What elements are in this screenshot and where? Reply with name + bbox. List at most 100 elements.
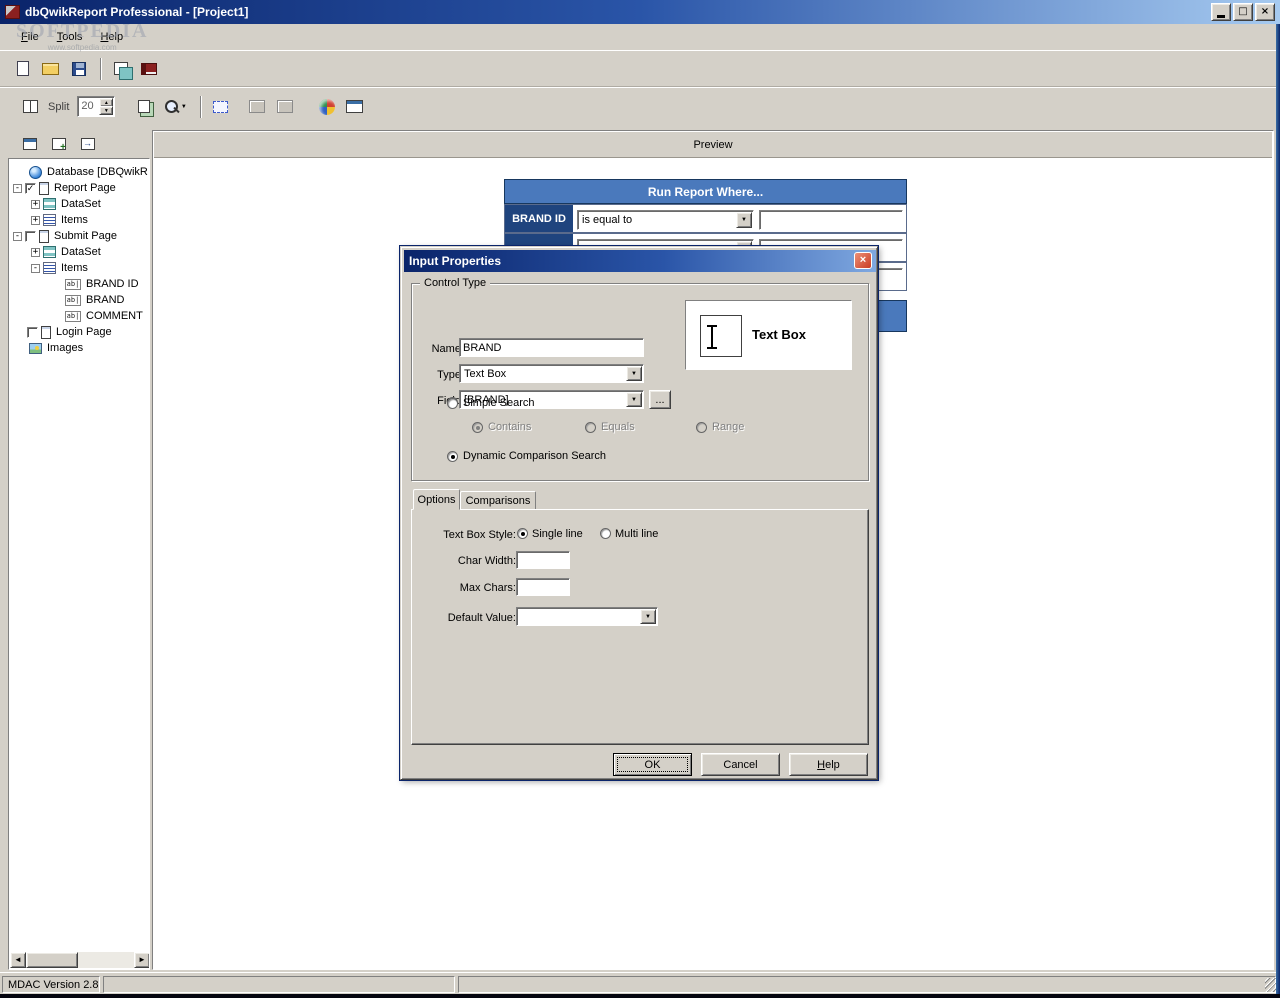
items-icon [43,262,56,274]
login-page-checkbox[interactable] [27,326,38,338]
minimize-button[interactable] [1211,3,1231,21]
save-icon [71,61,86,76]
char-width-field[interactable] [516,551,570,569]
menu-file[interactable]: File [12,28,48,46]
operator-select[interactable]: is equal to ▼ [577,210,754,230]
title-bar[interactable]: dbQwikReport Professional - [Project1] □… [0,0,1280,24]
dropdown-icon: ▼ [741,217,747,223]
operator-dropdown-button[interactable]: ▼ [736,212,752,228]
help-book-button[interactable] [136,57,161,81]
single-line-radio[interactable] [517,528,528,539]
close-button[interactable]: × [1255,3,1275,21]
tree-item-report-page[interactable]: - ✓ Report Page [9,180,149,196]
picture-icon [276,100,293,113]
textbox-field-icon: ab| [65,294,81,306]
browse-button[interactable]: ... [649,390,671,409]
max-chars-input[interactable] [517,579,569,595]
dynamic-comparison-label: Dynamic Comparison Search [463,450,607,462]
tree-item-images[interactable]: Images [9,340,149,356]
tree-item-items-1[interactable]: + Items [9,212,149,228]
spin-down-icon: ▼ [103,107,109,114]
tree-item-label: Login Page [56,326,112,338]
tree-item-comment[interactable]: ab| COMMENT [9,308,149,324]
collapse-icon[interactable]: - [31,263,40,273]
browser-preview-button[interactable] [314,95,339,119]
report-page-checkbox[interactable]: ✓ [25,182,36,194]
default-value-dropdown-button[interactable]: ▼ [640,609,656,624]
tree-item-login-page[interactable]: Login Page [9,324,149,340]
tree-item-label: Images [47,342,84,354]
simple-search-radio[interactable] [447,398,458,409]
window-layout-button[interactable] [342,95,367,119]
default-value-select[interactable]: ▼ [516,607,658,626]
tree-horizontal-scrollbar[interactable]: ◄ ► [10,952,149,968]
move-item-button[interactable] [78,135,98,153]
collapse-icon[interactable]: - [13,183,22,193]
window-border-bottom [0,994,1280,998]
type-dropdown-button[interactable]: ▼ [626,366,642,381]
split-toggle-button[interactable] [18,95,43,119]
field-dropdown-button[interactable]: ▼ [626,392,642,407]
project-explorer-panel: Database [DBQwikR - ✓ Report Page + Data… [8,130,150,970]
tab-options[interactable]: Options [413,489,460,510]
expand-icon[interactable]: + [31,199,40,209]
tree-item-dataset-1[interactable]: + DataSet [9,196,149,212]
picture-icon [248,100,265,113]
cancel-button[interactable]: Cancel [701,753,780,776]
new-button[interactable] [10,57,35,81]
scroll-left-button[interactable]: ◄ [10,952,26,968]
scroll-right-icon: ► [138,955,146,964]
publish-button[interactable] [108,57,133,81]
zoom-button[interactable]: ▼ [159,95,191,119]
menu-help[interactable]: Help [91,28,132,46]
open-button[interactable] [38,57,63,81]
scrollbar-thumb[interactable] [26,952,78,968]
textbox-field-icon: ab| [65,278,81,290]
tree-item-submit-page[interactable]: - Submit Page [9,228,149,244]
multi-line-radio[interactable] [600,528,611,539]
copy-style-button[interactable] [131,95,156,119]
dropdown-icon: ▼ [631,370,637,377]
help-button[interactable]: Help [789,753,868,776]
tree-item-brand-id[interactable]: ab| BRAND ID [9,276,149,292]
scroll-right-button[interactable]: ► [134,952,149,968]
dialog-title-bar[interactable]: Input Properties [404,250,876,272]
char-width-input[interactable] [517,552,569,568]
name-field[interactable] [459,338,644,357]
add-field-icon [52,138,66,153]
tree-item-label: Report Page [54,182,116,194]
maximize-button[interactable]: □ [1233,3,1253,21]
status-pane-2 [103,976,455,993]
expand-icon[interactable]: + [31,247,40,257]
dynamic-comparison-radio[interactable] [447,451,458,462]
save-button[interactable] [66,57,91,81]
standard-toolbar [0,50,1280,86]
tree-item-database[interactable]: Database [DBQwikR [9,164,149,180]
type-select[interactable]: Text Box ▼ [459,364,644,383]
collapse-icon[interactable]: - [13,231,22,241]
cancel-button-label: Cancel [723,758,758,771]
status-bar: MDAC Version 2.8 [0,972,1280,994]
tree-item-items-2[interactable]: - Items [9,260,149,276]
insert-image-button[interactable] [244,95,269,119]
dataset-icon [43,246,56,258]
tab-comparisons[interactable]: Comparisons [460,491,536,510]
submit-page-checkbox[interactable] [25,230,36,242]
ok-button[interactable]: OK [613,753,692,776]
selection-mode-button[interactable] [208,95,233,119]
tree-item-brand[interactable]: ab| BRAND [9,292,149,308]
page-design-button[interactable] [20,135,40,153]
tree-item-label: Submit Page [54,230,117,242]
insert-image-2-button[interactable] [272,95,297,119]
split-size-spinner[interactable]: 20 ▲ ▼ [77,96,116,117]
add-item-button[interactable] [49,135,69,153]
dialog-close-button[interactable]: × [854,252,872,269]
spin-down-button[interactable]: ▼ [99,106,114,115]
expand-icon[interactable]: + [31,215,40,225]
tree-item-dataset-2[interactable]: + DataSet [9,244,149,260]
spin-up-icon: ▲ [103,99,109,106]
name-input[interactable] [460,339,643,356]
menu-tools[interactable]: Tools [48,28,92,46]
criteria-value-input[interactable] [759,210,903,230]
max-chars-field[interactable] [516,578,570,596]
